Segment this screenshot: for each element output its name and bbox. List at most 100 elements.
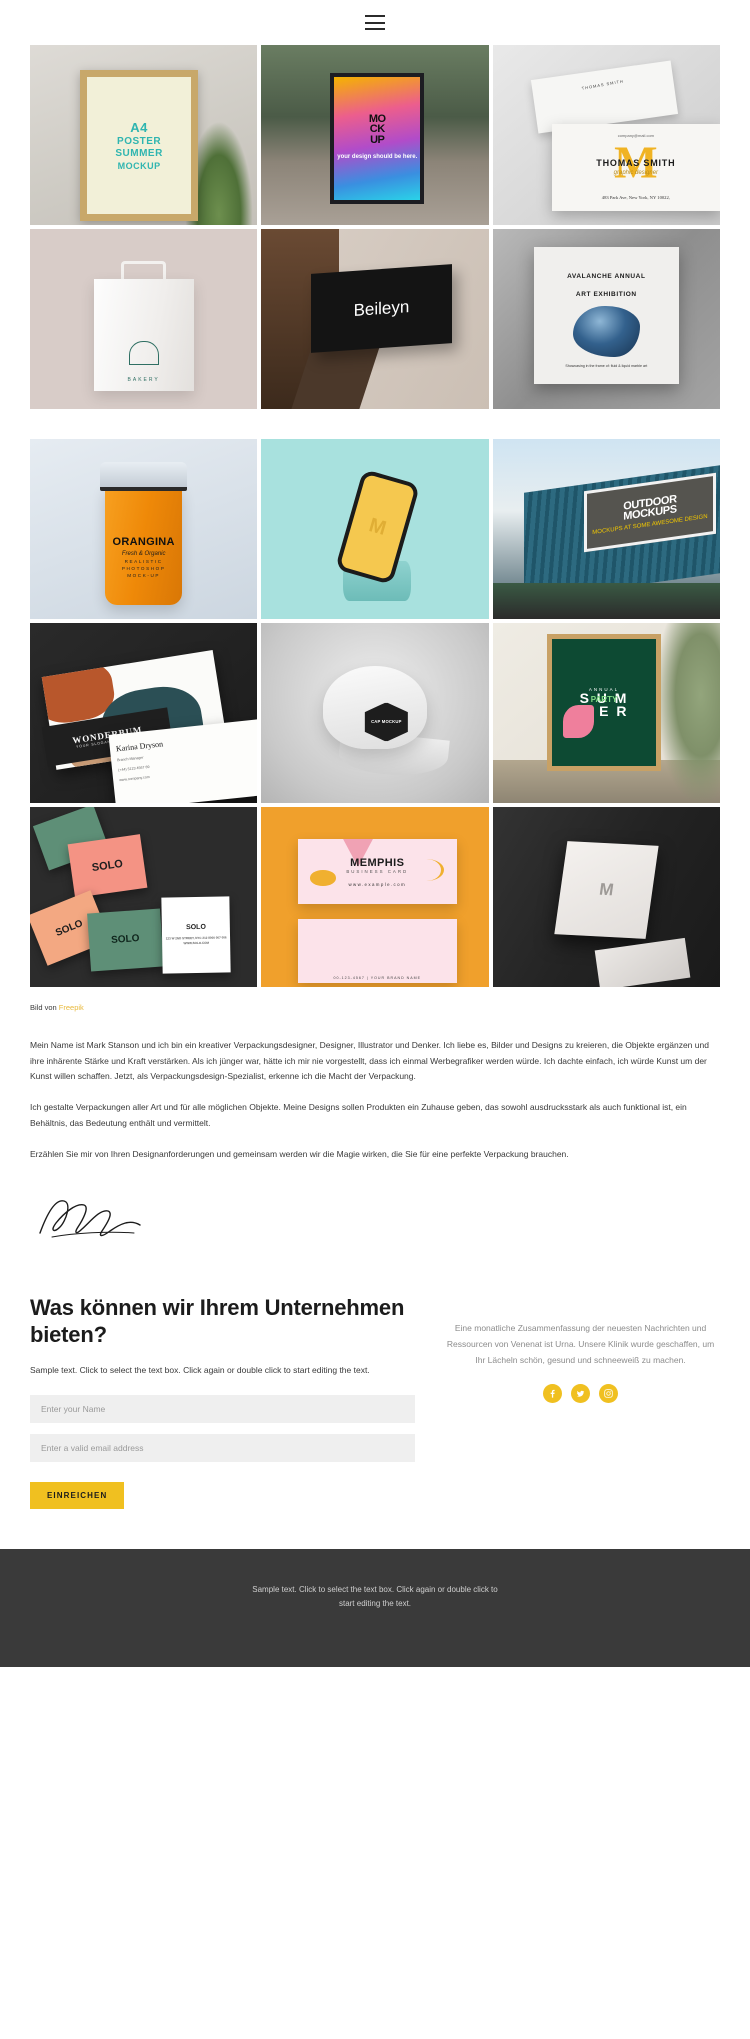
memphis-url: www.example.com (348, 881, 407, 887)
postcard-front: M (554, 841, 659, 939)
cap-badge-label: CAP MOCKUP (371, 719, 402, 725)
solo-card-white-brand: SOLO (185, 923, 206, 931)
cup-line-3: MOCK-UP (127, 572, 161, 578)
gallery-tile-avalanche-poster[interactable]: AVALANCHE ANNUAL ART EXHIBITION Showcasi… (492, 229, 720, 409)
newsletter-text: Eine monatliche Zusammenfassung der neue… (446, 1323, 715, 1365)
credit-prefix: Bild von (30, 1003, 59, 1012)
poster-title-2: ART EXHIBITION (575, 290, 637, 298)
memphis-card-back: 00-123-4567 | YOUR BRAND NAME (297, 918, 457, 984)
hibiscus-flower (562, 704, 594, 738)
wave-shape (409, 858, 445, 881)
twitter-icon[interactable] (571, 1384, 591, 1404)
gallery-tile-solo-cards[interactable]: SOLO SOLO SOLO SOLO 123 W 2ND STREET, NY… (30, 807, 258, 987)
about-paragraph-2: Ich gestalte Verpackungen aller Art und … (30, 1102, 687, 1128)
eucalyptus-decoration (656, 623, 720, 803)
bakery-logo-icon (128, 340, 159, 365)
hamburger-bar (365, 15, 385, 17)
beileyn-brand: Beileyn (353, 296, 410, 320)
gallery-tile-memphis-cards[interactable]: MEMPHIS BUSINESS CARD www.example.com 00… (261, 807, 489, 987)
poster-caption: Showcasing in the frame of: fluid & liqu… (565, 364, 648, 369)
poster-line-3: SUMMER (115, 148, 163, 160)
poster-line-1: A4 (130, 119, 148, 135)
cup-tagline: Fresh & Organic (121, 550, 166, 557)
email-input[interactable] (30, 1434, 416, 1463)
billboard-caption: your design should be here. (337, 154, 418, 161)
memphis-subtitle: BUSINESS CARD (346, 868, 409, 874)
contact-heading: Was können wir Ihrem Unternehmen bieten? (30, 1295, 405, 1348)
gallery-one: A4 POSTER SUMMER MOCKUP MO CK UP your de… (0, 45, 750, 409)
gallery-tile-outdoor-billboard[interactable]: OUTDOOR MOCKUPS MOCKUPS AT SOME AWESOME … (492, 439, 720, 619)
gallery-tile-digital-billboard[interactable]: MO CK UP your design should be here. (261, 45, 489, 225)
cup-line-1: REALISTIC (124, 558, 163, 564)
ground (492, 583, 720, 619)
poster-title-1: AVALANCHE ANNUAL (567, 273, 646, 280)
marble-artwork (572, 305, 640, 358)
gallery-tile-dark-postcard[interactable]: M (492, 807, 720, 987)
memphis-bottom-text: 00-123-4567 | YOUR BRAND NAME (333, 975, 422, 980)
postcard-logo: M (597, 879, 615, 900)
poster-line-2: POSTER (117, 135, 162, 147)
solo-card-white-detail: 123 W 2ND STREET, NYC 212 8000 007 006 W… (165, 935, 227, 946)
memphis-brand: MEMPHIS (350, 856, 405, 869)
front-business-card: company@mail.com M THOMAS SMITH graphic … (551, 124, 720, 211)
contact-section: Was können wir Ihrem Unternehmen bieten?… (0, 1247, 750, 1549)
solo-card-pink: SOLO (67, 834, 148, 899)
card-name: THOMAS SMITH (596, 158, 676, 169)
contact-lead-text: Sample text. Click to select the text bo… (30, 1364, 370, 1375)
gallery-tile-thomas-smith-card[interactable]: THOMAS SMITH company@mail.com M THOMAS S… (492, 45, 720, 225)
site-header (0, 0, 750, 45)
memphis-card-front: MEMPHIS BUSINESS CARD www.example.com (297, 839, 457, 905)
about-paragraph-1: Mein Name ist Mark Stanson und ich bin e… (30, 1040, 709, 1082)
social-links (441, 1384, 720, 1404)
gallery-tile-bakery-bag[interactable]: BAKERY (30, 229, 258, 409)
site-footer: Sample text. Click to select the text bo… (0, 1549, 750, 1668)
contact-card: Karina Dryson Branch Manager (+44) 5123 … (108, 719, 258, 803)
contact-form-column: Was können wir Ihrem Unternehmen bieten?… (30, 1295, 416, 1510)
about-section: Mein Name ist Mark Stanson und ich bin e… (0, 1020, 750, 1162)
about-paragraph-3: Erzählen Sie mir von Ihren Designanforde… (30, 1148, 569, 1159)
gallery-tile-phone-mockup[interactable]: M (261, 439, 489, 619)
card-address: 483 Park Ave, New York, NY 10022, (601, 195, 670, 201)
summer-poster-frame: ANNUAL S U M M E R PARTY (547, 633, 661, 771)
gallery-tile-beileyn-bag[interactable]: Beileyn (261, 229, 489, 409)
bakery-label: BAKERY (127, 376, 160, 383)
gallery-tile-cap-mockup[interactable]: CAP MOCKUP (261, 623, 489, 803)
cup-lid (100, 462, 187, 492)
gallery-two: ORANGINA Fresh & Organic REALISTIC PHOTO… (0, 439, 750, 987)
cup-body: ORANGINA Fresh & Organic REALISTIC PHOTO… (105, 485, 183, 605)
poster-header (534, 247, 679, 264)
poster-line-4: MOCKUP (117, 160, 161, 171)
beileyn-bag: Beileyn (311, 263, 453, 353)
cup-brand: ORANGINA (112, 535, 175, 548)
signature-image (0, 1177, 750, 1247)
name-input[interactable] (30, 1395, 416, 1424)
gallery-tile-orangina-cup[interactable]: ORANGINA Fresh & Organic REALISTIC PHOTO… (30, 439, 258, 619)
freepik-link[interactable]: Freepik (59, 1003, 84, 1012)
card-stack: THOMAS SMITH (530, 60, 678, 134)
billboard-line-3: UP (370, 133, 385, 146)
circle-shape (310, 870, 336, 887)
submit-button[interactable]: EINREICHEN (30, 1482, 125, 1510)
gallery-tile-wonderbum-cards[interactable]: WONDERBUM YOUR SLOGAN GOES HERE Karina D… (30, 623, 258, 803)
billboard-screen: MO CK UP your design should be here. (334, 77, 421, 200)
postcard-back (594, 937, 691, 987)
bag-body (93, 279, 194, 391)
phone-screen-logo: M (366, 513, 389, 540)
instagram-icon[interactable] (599, 1384, 619, 1404)
cup-line-2: PHOTOSHOP (121, 565, 166, 571)
gallery-tile-a4-poster[interactable]: A4 POSTER SUMMER MOCKUP (30, 45, 258, 225)
hamburger-menu-icon[interactable] (365, 15, 385, 30)
poster-frame: A4 POSTER SUMMER MOCKUP (80, 70, 199, 222)
footer-text: Sample text. Click to select the text bo… (252, 1585, 498, 1608)
newsletter-column: Eine monatliche Zusammenfassung der neue… (441, 1295, 720, 1509)
summer-party-overlay: PARTY (590, 694, 618, 704)
solo-card-white: SOLO 123 W 2ND STREET, NYC 212 8000 007 … (161, 896, 231, 974)
solo-card-green: SOLO (87, 908, 164, 972)
hamburger-bar (365, 28, 385, 30)
card-stack-label: THOMAS SMITH (580, 78, 624, 91)
hamburger-bar (365, 21, 385, 24)
facebook-icon[interactable] (543, 1384, 563, 1404)
card-role: graphic designer (613, 170, 659, 177)
gallery-tile-summer-poster[interactable]: ANNUAL S U M M E R PARTY (492, 623, 720, 803)
poster-sheet: AVALANCHE ANNUAL ART EXHIBITION Showcasi… (533, 247, 680, 384)
